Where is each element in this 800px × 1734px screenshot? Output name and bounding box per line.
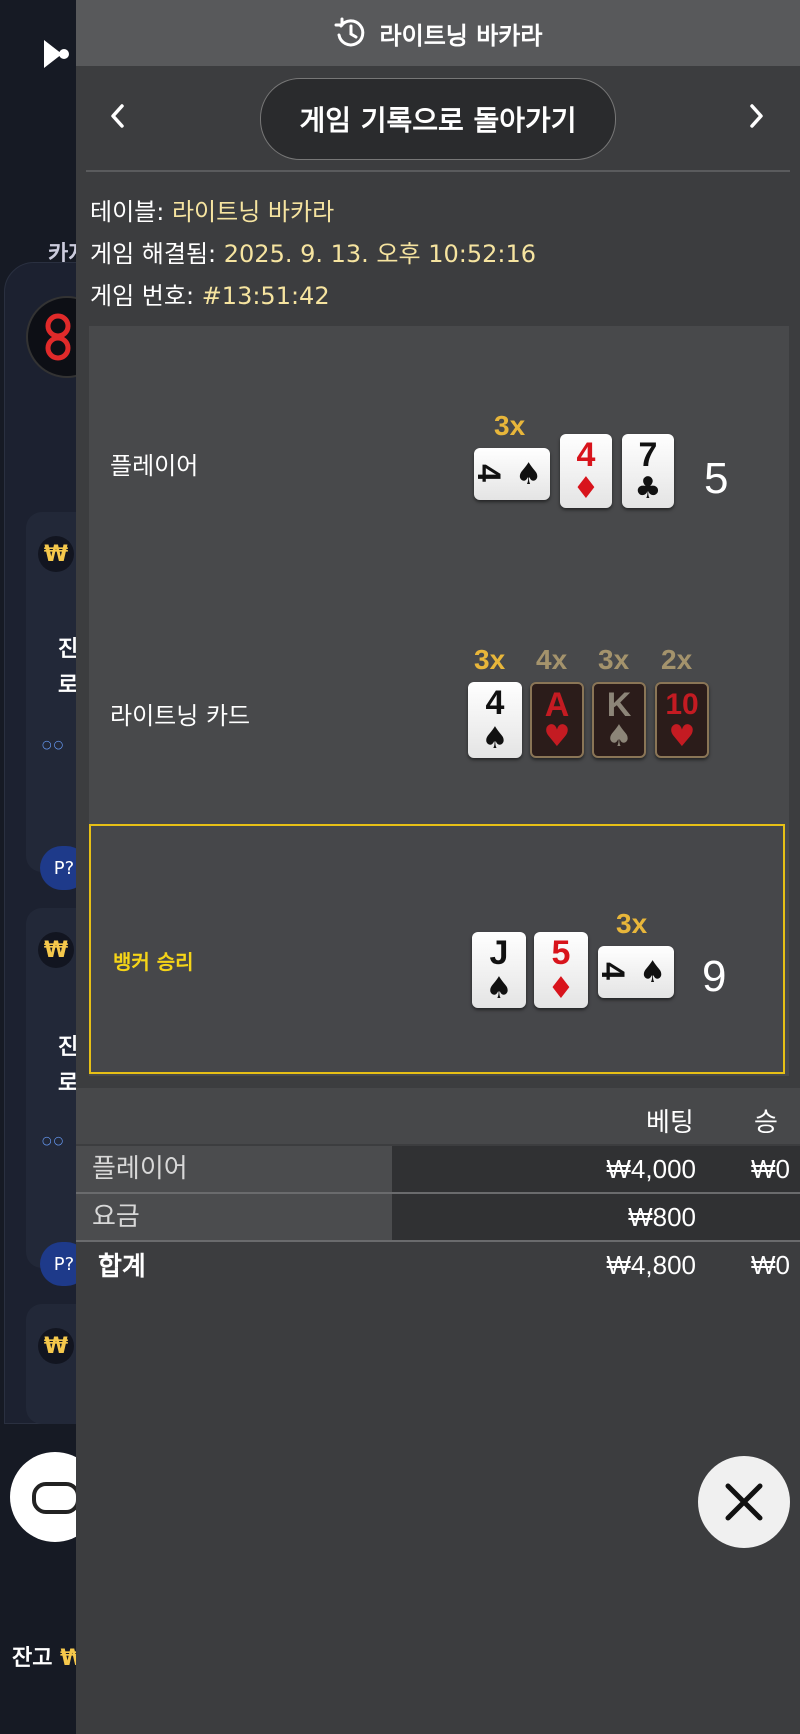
win-column-header: 승	[754, 1108, 778, 1138]
lightning-multiplier: 3x	[474, 644, 506, 675]
bet-amount: ₩4,000	[606, 1154, 696, 1184]
previous-game-button[interactable]	[98, 96, 138, 136]
banker-win-label: 뱅커 승리	[113, 950, 194, 974]
card-suit: ♠	[605, 719, 633, 754]
currency-icon: ₩	[38, 1328, 74, 1364]
table-row: 플레이어 ₩4,000 ₩0	[76, 1146, 800, 1192]
chevron-right-icon	[750, 104, 763, 128]
banker-winner-box: 뱅커 승리	[89, 824, 785, 1074]
card-suit: ♥	[543, 719, 571, 754]
bet-column-header: 베팅	[646, 1108, 694, 1138]
player-card-1: 4 ♠	[471, 448, 550, 500]
card-rank: J	[489, 934, 509, 972]
card-rank: 4	[485, 684, 505, 722]
app-logo-icon	[44, 40, 69, 68]
table-info: 테이블: 라이트닝 바카라	[90, 192, 334, 227]
total-bet-amount: ₩4,800	[606, 1250, 696, 1280]
lightning-card-3: K ♠	[592, 682, 646, 758]
lightning-card-2: A ♥	[530, 682, 584, 758]
card-rank: 7	[638, 436, 658, 474]
banker-card-multiplier: 3x	[616, 908, 648, 939]
banker-card-3: 4 ♠	[595, 946, 674, 998]
player-label: 플레이어	[110, 452, 199, 480]
card-suit: ♥	[668, 719, 696, 754]
resolved-info: 게임 해결됨: 2025. 9. 13. 오후 10:52:16	[90, 234, 536, 269]
panel-header: 라이트닝 바카라	[76, 0, 800, 66]
total-win-amount: ₩0	[751, 1250, 790, 1280]
win-amount: ₩0	[751, 1154, 790, 1184]
card-suit: ♣	[634, 471, 662, 506]
history-icon	[334, 17, 364, 47]
close-icon	[725, 1483, 763, 1521]
table-row: 요금 ₩800	[76, 1194, 800, 1240]
player-card-2: 4 ♦	[560, 434, 612, 508]
card-rank: 4	[470, 464, 507, 482]
bets-table-header: 베팅 승	[76, 1088, 800, 1144]
player-card-multiplier: 3x	[494, 410, 526, 441]
back-to-history-button[interactable]: 게임 기록으로 돌아가기	[260, 78, 616, 160]
currency-icon: ₩	[38, 932, 74, 968]
card-suit: ♦	[572, 471, 600, 506]
lightning-card-4: 10 ♥	[655, 682, 709, 758]
next-game-button[interactable]	[736, 96, 776, 136]
card-suit: ♠	[481, 721, 509, 756]
lightning-multiplier: 3x	[598, 644, 630, 675]
banker-card-2: 5 ♦	[534, 932, 588, 1008]
history-nav: 게임 기록으로 돌아가기	[76, 66, 800, 170]
panel-title: 라이트닝 바카라	[379, 21, 543, 50]
card-suit: ♠	[515, 457, 542, 492]
player-score: 5	[704, 454, 729, 503]
road-dots: ○○	[42, 738, 66, 751]
table-value: 라이트닝 바카라	[171, 198, 335, 226]
road-dots: ○○	[42, 1134, 66, 1147]
balance-label: 잔고	[12, 1646, 53, 1671]
lightning-cards-label: 라이트닝 카드	[110, 702, 251, 730]
resolved-label: 게임 해결됨:	[90, 240, 217, 268]
close-button[interactable]	[698, 1456, 790, 1548]
currency-icon: ₩	[38, 536, 74, 572]
banker-card-1: J ♠	[472, 932, 526, 1008]
player-card-3: 7 ♣	[622, 434, 674, 508]
resolved-value: 2025. 9. 13. 오후 10:52:16	[223, 240, 537, 268]
bet-amount: ₩800	[628, 1202, 696, 1232]
game-number-label: 게임 번호:	[90, 282, 195, 310]
bet-cell	[392, 1146, 800, 1192]
card-rank: 5	[551, 934, 571, 972]
chevron-left-icon	[111, 104, 124, 128]
card-rank: 4	[594, 962, 631, 980]
divider	[86, 170, 790, 172]
lightning-multiplier: 2x	[661, 644, 693, 675]
total-label: 합계	[98, 1252, 146, 1282]
bet-label: 요금	[76, 1194, 392, 1240]
game-history-panel: 라이트닝 바카라 게임 기록으로 돌아가기 테이블: 라이트닝 바카라 게임 해…	[76, 0, 800, 1734]
bet-label: 플레이어	[76, 1146, 392, 1192]
game-number-info: 게임 번호: #13:51:42	[90, 276, 330, 311]
lightning-card-1: 4 ♠	[468, 682, 522, 758]
card-suit: ♠	[485, 971, 513, 1006]
game-number-value: #13:51:42	[201, 282, 330, 310]
table-label: 테이블:	[90, 198, 165, 226]
card-rank: 4	[576, 436, 596, 474]
card-suit: ♦	[547, 971, 575, 1006]
card-suit: ♠	[639, 955, 666, 990]
lightning-multiplier: 4x	[536, 644, 568, 675]
banker-score: 9	[702, 952, 727, 1001]
bet-cell	[392, 1194, 800, 1240]
